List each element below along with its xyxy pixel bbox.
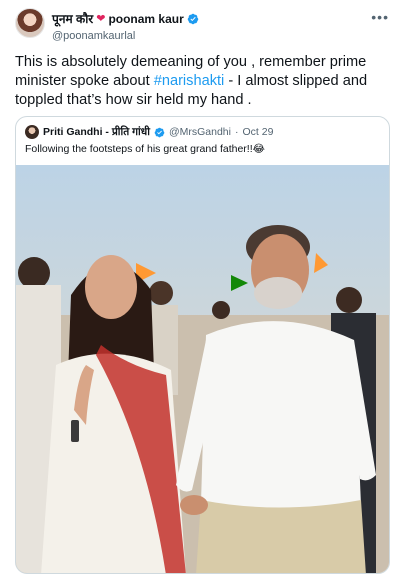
tweet-card: पूनम कौर ❤ poonam kaur @poonamkaurlal ••…: [0, 0, 403, 577]
author-name-hindi: पूनम कौर: [52, 12, 94, 26]
author-avatar[interactable]: [15, 8, 45, 38]
verified-badge-icon: [154, 127, 165, 137]
quoted-date[interactable]: Oct 29: [242, 126, 273, 138]
tweet-text: This is absolutely demeaning of you , re…: [15, 53, 393, 110]
author-name: poonam kaur: [108, 11, 184, 26]
verified-badge-icon: [187, 13, 199, 24]
quoted-separator: ·: [234, 126, 239, 138]
quoted-avatar: [25, 125, 39, 139]
hashtag-link[interactable]: #narishakti: [154, 73, 225, 89]
quoted-photo[interactable]: [16, 165, 389, 573]
quoted-tweet[interactable]: Priti Gandhi - प्रीति गांधी @MrsGandhi ·…: [15, 116, 390, 574]
author-name-line[interactable]: पूनम कौर ❤ poonam kaur: [52, 10, 199, 27]
photo-illustration: [16, 165, 389, 573]
quoted-handle[interactable]: @MrsGandhi: [169, 126, 231, 138]
quoted-author-name[interactable]: Priti Gandhi - प्रीति गांधी: [43, 125, 150, 139]
author-handle[interactable]: @poonamkaurlal: [52, 30, 199, 42]
quoted-text: Following the footsteps of his great gra…: [25, 143, 265, 155]
heart-icon: ❤: [96, 13, 106, 25]
author-info: पूनम कौर ❤ poonam kaur @poonamkaurlal: [52, 10, 199, 42]
more-horizontal-icon[interactable]: •••: [371, 9, 389, 25]
quoted-header: Priti Gandhi - प्रीति गांधी @MrsGandhi ·…: [25, 125, 273, 139]
